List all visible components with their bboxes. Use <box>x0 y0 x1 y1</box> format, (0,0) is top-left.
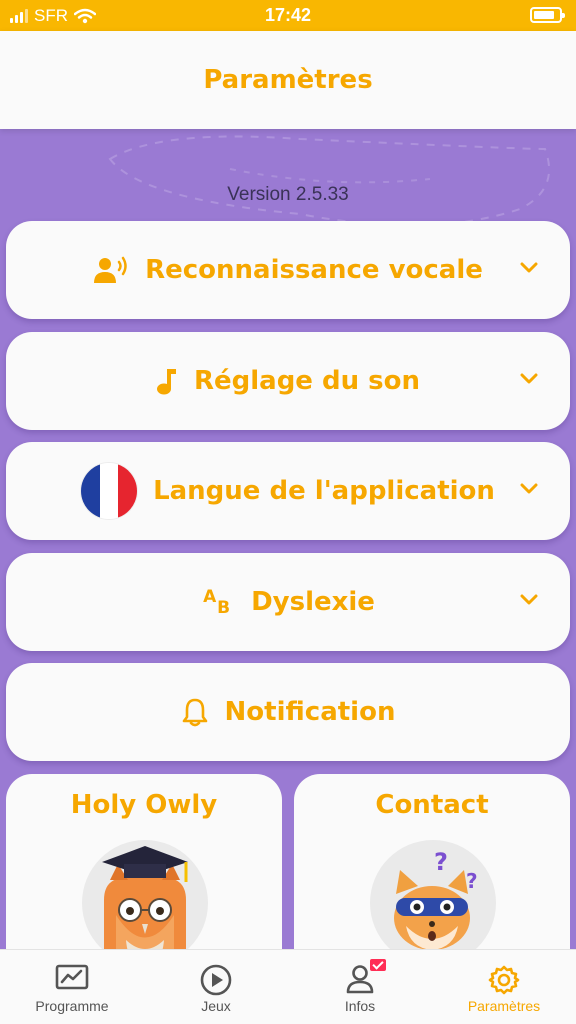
bottom-tab-bar: Programme Jeux Infos Paramètres <box>0 949 576 1024</box>
version-label: Version 2.5.33 <box>227 184 349 205</box>
sound-settings-label: Réglage du son <box>193 366 421 396</box>
tab-parametres[interactable]: Paramètres <box>432 950 576 1024</box>
tab-programme[interactable]: Programme <box>0 950 144 1024</box>
dyslexia-card[interactable]: AB Dyslexie <box>6 553 570 651</box>
dyslexia-label: Dyslexie <box>251 587 375 617</box>
music-note-icon <box>156 366 178 396</box>
chevron-down-icon <box>520 594 538 605</box>
app-language-card[interactable]: Langue de l'application <box>6 442 570 540</box>
tab-jeux[interactable]: Jeux <box>144 950 288 1024</box>
play-icon <box>200 964 232 996</box>
fox-question-avatar: ? ? <box>370 840 496 966</box>
battery-icon <box>530 7 565 23</box>
svg-text:?: ? <box>434 848 448 876</box>
voice-recognition-icon <box>93 255 129 285</box>
bell-icon <box>181 697 209 727</box>
page-header: Paramètres <box>0 31 576 129</box>
owl-graduate-avatar <box>82 840 208 966</box>
notification-label: Notification <box>224 697 396 727</box>
ab-text-icon: AB <box>203 587 231 618</box>
chevron-down-icon <box>520 483 538 494</box>
chevron-down-icon <box>520 262 538 273</box>
status-time: 17:42 <box>264 5 312 25</box>
status-bar: SFR 17:42 <box>0 0 576 31</box>
mail-badge-icon <box>370 959 386 971</box>
tab-label: Programme <box>35 998 109 1014</box>
holy-owly-title: Holy Owly <box>70 790 218 820</box>
tab-label: Jeux <box>201 998 231 1014</box>
holy-owly-tile[interactable]: Holy Owly <box>6 774 282 974</box>
chevron-down-icon <box>520 373 538 384</box>
svg-text:?: ? <box>466 869 478 893</box>
sound-settings-card[interactable]: Réglage du son <box>6 332 570 430</box>
contact-title: Contact <box>375 790 489 820</box>
voice-recognition-card[interactable]: Reconnaissance vocale <box>6 221 570 319</box>
tab-label: Infos <box>344 998 376 1014</box>
chart-icon <box>55 964 89 990</box>
app-language-label: Langue de l'application <box>153 476 495 506</box>
voice-recognition-label: Reconnaissance vocale <box>145 255 483 285</box>
french-flag-icon <box>81 463 138 519</box>
gear-icon <box>488 965 520 995</box>
tab-infos[interactable]: Infos <box>288 950 432 1024</box>
page-title: Paramètres <box>203 65 373 95</box>
contact-tile[interactable]: Contact ? ? <box>294 774 570 974</box>
notification-card[interactable]: Notification <box>6 663 570 761</box>
tab-label: Paramètres <box>467 998 541 1014</box>
